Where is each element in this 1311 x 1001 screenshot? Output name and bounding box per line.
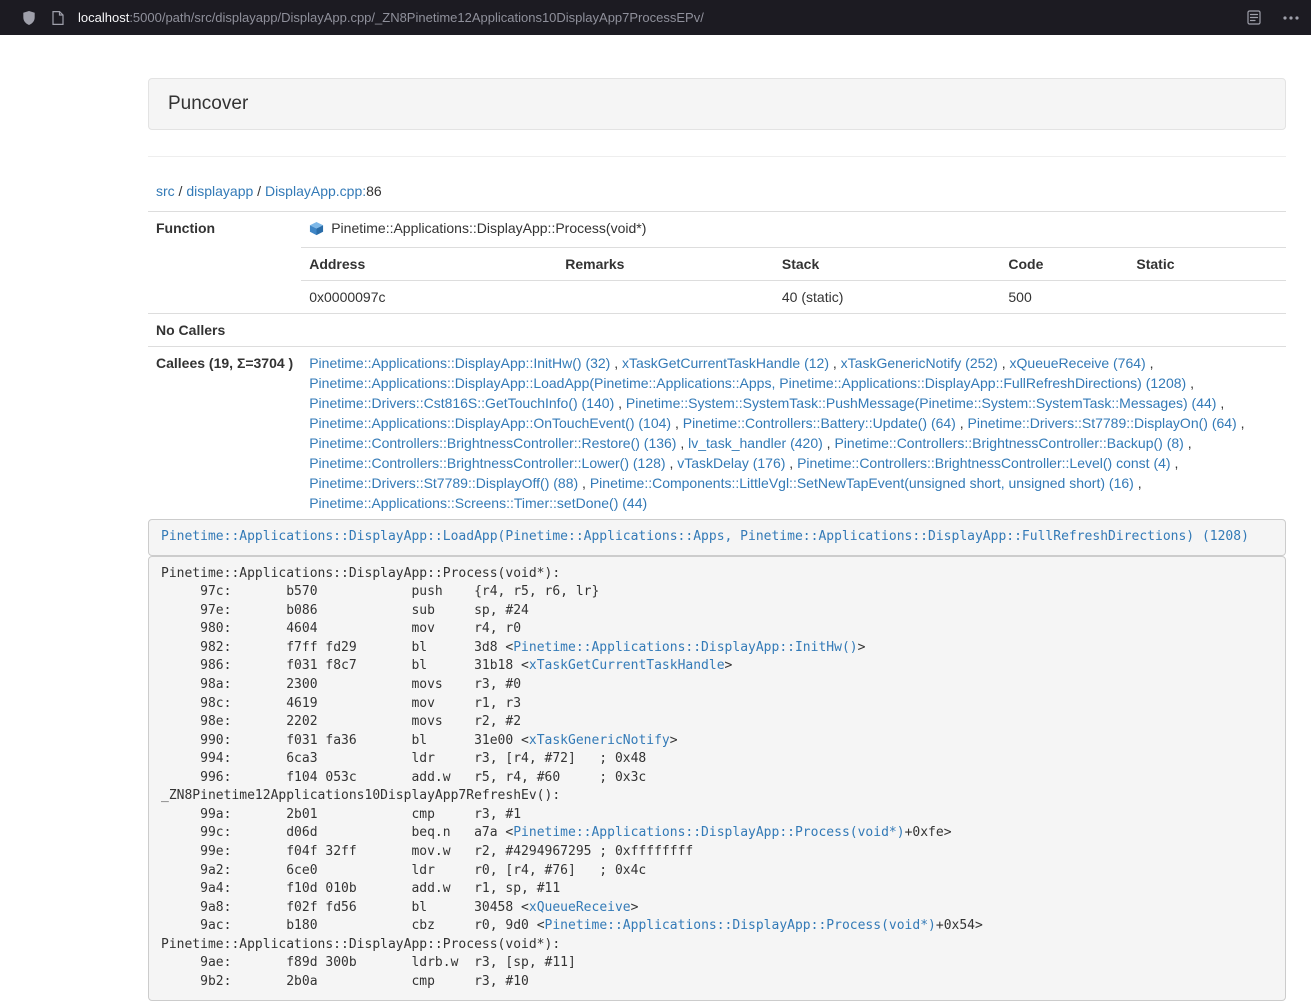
function-detail-cell: AddressRemarksStackCodeStatic 0x0000097c… bbox=[301, 248, 1286, 314]
function-row: Function Pinetime::Applications::Display… bbox=[148, 212, 1286, 248]
tracking-shield-icon[interactable] bbox=[22, 10, 36, 26]
detail-value-row: 0x0000097c 40 (static)500 bbox=[301, 281, 1286, 314]
function-detail-table: AddressRemarksStackCodeStatic 0x0000097c… bbox=[301, 248, 1286, 313]
function-table: Function Pinetime::Applications::Display… bbox=[148, 211, 1286, 519]
callee-link[interactable]: Pinetime::Applications::DisplayApp::Init… bbox=[309, 355, 610, 371]
callees-cell: Pinetime::Applications::DisplayApp::Init… bbox=[301, 347, 1286, 520]
callee-link[interactable]: xTaskGenericNotify (252) bbox=[841, 355, 998, 371]
detail-column-header: Address bbox=[301, 248, 557, 281]
detail-value-stack: 40 (static) bbox=[774, 281, 1000, 314]
callees-label: Callees (19, Σ=3704 ) bbox=[148, 347, 301, 520]
code-symbol-link[interactable]: xTaskGetCurrentTaskHandle bbox=[529, 658, 725, 673]
symbol-heading-panel: Pinetime::Applications::DisplayApp::Load… bbox=[148, 519, 1286, 556]
detail-value-static bbox=[1128, 281, 1286, 314]
callee-link[interactable]: xQueueReceive (764) bbox=[1010, 355, 1146, 371]
callee-link[interactable]: Pinetime::Components::LittleVgl::SetNewT… bbox=[590, 475, 1134, 491]
callee-separator: , bbox=[1186, 375, 1194, 391]
callee-link[interactable]: Pinetime::Drivers::St7789::DisplayOff() … bbox=[309, 475, 578, 491]
callee-separator: , bbox=[1146, 355, 1154, 371]
app-header-panel: Puncover bbox=[148, 78, 1286, 130]
detail-column-header: Stack bbox=[774, 248, 1000, 281]
detail-column-header: Remarks bbox=[557, 248, 774, 281]
breadcrumb-line-number: 86 bbox=[366, 183, 382, 199]
page-info-icon[interactable] bbox=[52, 11, 64, 25]
no-callers-label: No Callers bbox=[148, 314, 301, 347]
code-symbol-link[interactable]: Pinetime::Applications::DisplayApp::Proc… bbox=[545, 918, 936, 933]
callee-separator: , bbox=[829, 355, 841, 371]
function-row-label: Function bbox=[148, 212, 301, 314]
callee-link[interactable]: Pinetime::Drivers::St7789::DisplayOn() (… bbox=[968, 415, 1237, 431]
detail-header-row: AddressRemarksStackCodeStatic bbox=[301, 248, 1286, 281]
method-icon bbox=[309, 221, 324, 241]
reader-view-icon[interactable] bbox=[1247, 10, 1261, 25]
callers-row: No Callers bbox=[148, 314, 1286, 347]
callee-separator: , bbox=[823, 435, 835, 451]
url-bar[interactable]: localhost:5000/path/src/displayapp/Displ… bbox=[78, 10, 1247, 25]
callee-separator: , bbox=[614, 395, 626, 411]
callee-separator: , bbox=[1184, 435, 1192, 451]
callee-link[interactable]: Pinetime::Controllers::BrightnessControl… bbox=[834, 435, 1183, 451]
callee-link[interactable]: Pinetime::Controllers::Battery::Update()… bbox=[683, 415, 956, 431]
function-detail-row: AddressRemarksStackCodeStatic 0x0000097c… bbox=[148, 248, 1286, 314]
callee-separator: , bbox=[578, 475, 590, 491]
function-name-cell: Pinetime::Applications::DisplayApp::Proc… bbox=[301, 212, 1286, 248]
disassembly: Pinetime::Applications::DisplayApp::Proc… bbox=[148, 556, 1286, 1001]
code-symbol-link[interactable]: Pinetime::Applications::DisplayApp::Proc… bbox=[513, 825, 904, 840]
callee-link[interactable]: lv_task_handler (420) bbox=[688, 435, 823, 451]
callee-link[interactable]: xTaskGetCurrentTaskHandle (12) bbox=[622, 355, 829, 371]
breadcrumb-link[interactable]: src bbox=[156, 183, 175, 199]
callee-link[interactable]: Pinetime::Drivers::Cst816S::GetTouchInfo… bbox=[309, 395, 614, 411]
callee-separator: , bbox=[1134, 475, 1142, 491]
callee-link[interactable]: Pinetime::Applications::Screens::Timer::… bbox=[309, 495, 647, 511]
url-path: :5000/path/src/displayapp/DisplayApp.cpp… bbox=[129, 10, 704, 25]
callee-link[interactable]: Pinetime::System::SystemTask::PushMessag… bbox=[626, 395, 1217, 411]
callee-link[interactable]: Pinetime::Controllers::BrightnessControl… bbox=[797, 455, 1170, 471]
detail-column-header: Code bbox=[1000, 248, 1128, 281]
code-symbol-link[interactable]: xQueueReceive bbox=[529, 900, 631, 915]
callee-link[interactable]: Pinetime::Applications::DisplayApp::OnTo… bbox=[309, 415, 671, 431]
callee-separator: , bbox=[1237, 415, 1245, 431]
callee-separator: , bbox=[998, 355, 1010, 371]
breadcrumb-link[interactable]: displayapp bbox=[186, 183, 253, 199]
callee-separator: , bbox=[1216, 395, 1224, 411]
more-tools-icon[interactable] bbox=[1283, 16, 1299, 20]
breadcrumb-link[interactable]: DisplayApp.cpp: bbox=[265, 183, 366, 199]
callee-link[interactable]: Pinetime::Applications::DisplayApp::Load… bbox=[309, 375, 1186, 391]
page-content: Puncover src / displayapp / DisplayApp.c… bbox=[148, 35, 1286, 1001]
callee-separator: , bbox=[671, 415, 683, 431]
url-host: localhost bbox=[78, 10, 129, 25]
callee-link[interactable]: Pinetime::Controllers::BrightnessControl… bbox=[309, 455, 665, 471]
symbol-heading-link[interactable]: Pinetime::Applications::DisplayApp::Load… bbox=[161, 529, 1249, 544]
callee-link[interactable]: Pinetime::Controllers::BrightnessControl… bbox=[309, 435, 676, 451]
function-name: Pinetime::Applications::DisplayApp::Proc… bbox=[331, 220, 646, 236]
callee-separator: , bbox=[676, 435, 688, 451]
browser-toolbar: localhost:5000/path/src/displayapp/Displ… bbox=[0, 0, 1311, 35]
code-symbol-link[interactable]: Pinetime::Applications::DisplayApp::Init… bbox=[513, 640, 857, 655]
breadcrumb-separator: / bbox=[175, 183, 187, 199]
detail-column-header: Static bbox=[1128, 248, 1286, 281]
callers-cell bbox=[301, 314, 1286, 347]
detail-value-address: 0x0000097c bbox=[301, 281, 557, 314]
callee-separator: , bbox=[1171, 455, 1179, 471]
app-title: Puncover bbox=[168, 93, 248, 114]
section-divider bbox=[148, 156, 1286, 157]
callee-separator: , bbox=[666, 455, 678, 471]
callee-link[interactable]: vTaskDelay (176) bbox=[677, 455, 785, 471]
code-symbol-link[interactable]: xTaskGenericNotify bbox=[529, 733, 670, 748]
callees-row: Callees (19, Σ=3704 ) Pinetime::Applicat… bbox=[148, 347, 1286, 520]
callee-separator: , bbox=[956, 415, 968, 431]
breadcrumb-separator: / bbox=[253, 183, 265, 199]
callee-separator: , bbox=[610, 355, 622, 371]
breadcrumb: src / displayapp / DisplayApp.cpp:86 bbox=[148, 181, 1286, 201]
callee-separator: , bbox=[785, 455, 797, 471]
detail-value-remarks bbox=[557, 281, 774, 314]
detail-value-code: 500 bbox=[1000, 281, 1128, 314]
